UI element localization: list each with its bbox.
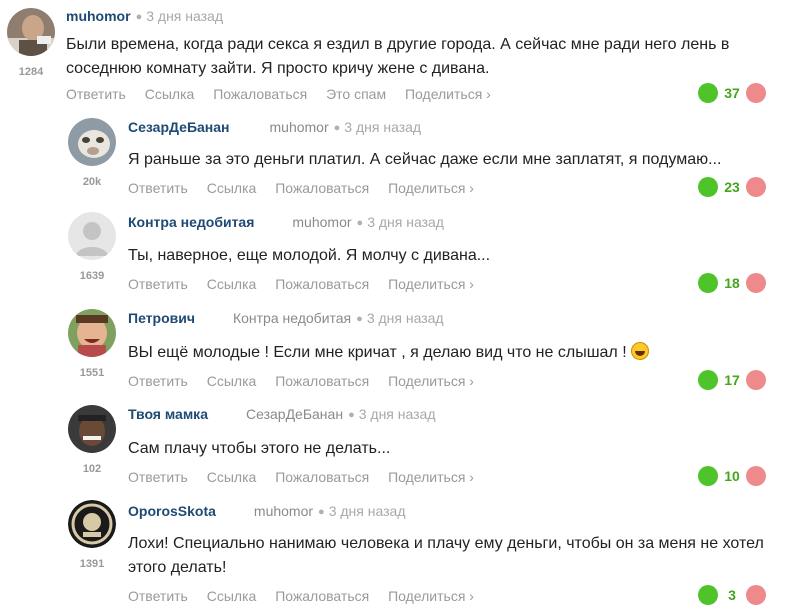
user-rating: 1391 [79, 558, 105, 570]
reply-to-author[interactable]: СезарДеБанан [246, 406, 343, 422]
vote-score: 18 [724, 275, 740, 291]
reply-to-author[interactable]: Контра недобитая [233, 310, 351, 326]
author-name[interactable]: Твоя мамка [128, 406, 208, 422]
author-name[interactable]: Петрович [128, 310, 195, 326]
timestamp[interactable]: 3 дня назад [146, 8, 223, 24]
reply-to-author[interactable]: muhomor [270, 119, 329, 135]
report-button[interactable]: Пожаловаться [275, 469, 369, 485]
separator-dot: ● [318, 506, 325, 518]
comment-text: Лохи! Специально нанимаю человека и плач… [128, 535, 764, 576]
share-button[interactable]: Поделиться [388, 180, 474, 196]
upvote-button[interactable] [698, 177, 718, 197]
avatar[interactable] [68, 500, 116, 548]
vote-controls: 23 [698, 177, 766, 197]
share-button[interactable]: Поделиться [388, 276, 474, 292]
report-button[interactable]: Пожаловаться [275, 588, 369, 604]
downvote-button[interactable] [746, 370, 766, 390]
laughing-emoji-icon [631, 342, 650, 360]
reply-button[interactable]: Ответить [128, 588, 188, 604]
reply-button[interactable]: Ответить [128, 373, 188, 389]
downvote-button[interactable] [746, 585, 766, 605]
link-button[interactable]: Ссылка [145, 86, 195, 102]
reply-button[interactable]: Ответить [128, 180, 188, 196]
vote-score: 3 [728, 587, 736, 603]
link-button[interactable]: Ссылка [207, 588, 257, 604]
comment-actions: Ответить Ссылка Пожаловаться Поделиться [128, 588, 489, 604]
separator-dot: ● [356, 217, 364, 229]
reply-to-author[interactable]: muhomor [254, 503, 313, 519]
user-rating: 20k [82, 176, 102, 188]
report-button[interactable]: Пожаловаться [275, 276, 369, 292]
user-rating: 1284 [18, 66, 44, 78]
avatar[interactable] [68, 212, 116, 260]
avatar[interactable] [68, 118, 116, 166]
vote-controls: 17 [698, 370, 766, 390]
downvote-button[interactable] [746, 83, 766, 103]
downvote-button[interactable] [746, 466, 766, 486]
reply-button[interactable]: Ответить [128, 276, 188, 292]
report-button[interactable]: Пожаловаться [213, 86, 307, 102]
user-rating: 1551 [79, 367, 105, 379]
vote-controls: 3 [698, 585, 766, 605]
vote-score: 23 [724, 179, 740, 195]
comment-actions: Ответить Ссылка Пожаловаться Это спам По… [66, 86, 506, 102]
author-name[interactable]: Контра недобитая [128, 214, 254, 230]
downvote-button[interactable] [746, 177, 766, 197]
vote-controls: 10 [698, 466, 766, 486]
reply-to-author[interactable]: muhomor [292, 214, 351, 230]
timestamp[interactable]: 3 дня назад [344, 119, 421, 135]
separator-dot: ● [348, 409, 355, 421]
link-button[interactable]: Ссылка [207, 180, 257, 196]
share-button[interactable]: Поделиться [388, 469, 474, 485]
user-rating: 1639 [79, 270, 105, 282]
link-button[interactable]: Ссылка [207, 373, 257, 389]
comment-text: Ты, наверное, еще молодой. Я молчу с див… [128, 247, 491, 264]
separator-dot: ● [356, 313, 363, 325]
user-rating: 102 [82, 463, 102, 475]
upvote-button[interactable] [698, 370, 718, 390]
report-button[interactable]: Пожаловаться [275, 373, 369, 389]
timestamp[interactable]: 3 дня назад [329, 503, 406, 519]
reply-button[interactable]: Ответить [66, 86, 126, 102]
timestamp[interactable]: 3 дня назад [367, 310, 444, 326]
vote-controls: 18 [698, 273, 766, 293]
separator-dot: ● [135, 11, 143, 23]
comment-text: ВЫ ещё молодые ! Если мне кричат , я дел… [128, 344, 627, 361]
report-button[interactable]: Пожаловаться [275, 180, 369, 196]
author-name[interactable]: OporosSkota [128, 503, 216, 519]
spam-button[interactable]: Это спам [326, 86, 386, 102]
comment-actions: Ответить Ссылка Пожаловаться Поделиться [128, 180, 489, 196]
link-button[interactable]: Ссылка [207, 469, 257, 485]
author-name[interactable]: СезарДеБанан [128, 119, 230, 135]
comment-text: Я раньше за это деньги платил. А сейчас … [128, 151, 722, 168]
reply-button[interactable]: Ответить [128, 469, 188, 485]
comment-actions: Ответить Ссылка Пожаловаться Поделиться [128, 276, 489, 292]
downvote-button[interactable] [746, 273, 766, 293]
timestamp[interactable]: 3 дня назад [359, 406, 436, 422]
upvote-button[interactable] [698, 83, 718, 103]
link-button[interactable]: Ссылка [207, 276, 257, 292]
upvote-button[interactable] [698, 466, 718, 486]
author-name[interactable]: muhomor [66, 8, 131, 24]
vote-score: 17 [724, 372, 740, 388]
comment-text: Сам плачу чтобы этого не делать... [128, 440, 391, 457]
comment-text: Были времена, когда ради секса я ездил в… [66, 36, 730, 77]
timestamp[interactable]: 3 дня назад [367, 214, 444, 230]
comment-actions: Ответить Ссылка Пожаловаться Поделиться [128, 373, 489, 389]
separator-dot: ● [333, 122, 341, 134]
upvote-button[interactable] [698, 273, 718, 293]
avatar[interactable] [7, 8, 55, 56]
vote-controls: 37 [698, 83, 766, 103]
share-button[interactable]: Поделиться [405, 86, 491, 102]
comment-actions: Ответить Ссылка Пожаловаться Поделиться [128, 469, 489, 485]
share-button[interactable]: Поделиться [388, 373, 474, 389]
avatar[interactable] [68, 405, 116, 453]
upvote-button[interactable] [698, 585, 718, 605]
vote-score: 10 [724, 468, 740, 484]
avatar[interactable] [68, 309, 116, 357]
vote-score: 37 [724, 85, 740, 101]
share-button[interactable]: Поделиться [388, 588, 474, 604]
